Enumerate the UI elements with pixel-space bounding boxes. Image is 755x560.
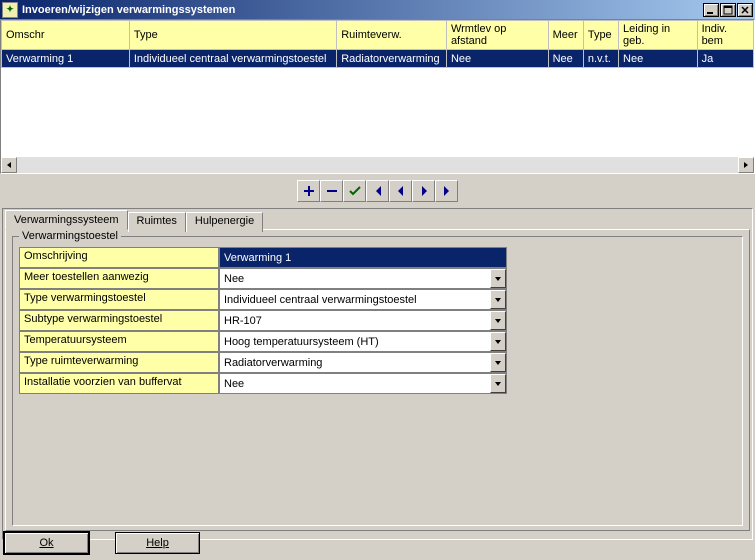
table-cell: Nee bbox=[446, 50, 548, 68]
minus-button[interactable] bbox=[320, 180, 343, 202]
field-value: HR-107 bbox=[220, 315, 490, 327]
field-value: Verwarming 1 bbox=[220, 252, 506, 264]
ok-button[interactable]: Ok bbox=[4, 532, 89, 554]
field-6[interactable]: Nee bbox=[219, 373, 507, 394]
verwarmingstoestel-group: Verwarmingstoestel OmschrijvingVerwarmin… bbox=[12, 236, 743, 526]
tab-bar: VerwarmingssysteemRuimtesHulpenergie bbox=[3, 210, 752, 230]
column-header[interactable]: Leiding in geb. bbox=[619, 21, 698, 50]
prev-button[interactable] bbox=[389, 180, 412, 202]
column-header[interactable]: Type bbox=[583, 21, 618, 50]
field-label: Temperatuursysteem bbox=[19, 331, 219, 352]
table-cell: Verwarming 1 bbox=[2, 50, 130, 68]
first-button[interactable] bbox=[366, 180, 389, 202]
column-header[interactable]: Type bbox=[129, 21, 336, 50]
titlebar: ✦ Invoeren/wijzigen verwarmingssystemen bbox=[0, 0, 755, 19]
field-value: Nee bbox=[220, 273, 490, 285]
horizontal-scrollbar[interactable] bbox=[1, 157, 754, 173]
table-cell: Ja bbox=[697, 50, 753, 68]
column-header[interactable]: Wrmtlev op afstand bbox=[446, 21, 548, 50]
scroll-track[interactable] bbox=[17, 157, 738, 173]
field-label: Meer toestellen aanwezig bbox=[19, 268, 219, 289]
field-label: Type ruimteverwarming bbox=[19, 352, 219, 373]
minimize-button[interactable] bbox=[703, 3, 719, 17]
dropdown-icon[interactable] bbox=[490, 269, 506, 288]
tab-ruimtes[interactable]: Ruimtes bbox=[128, 212, 186, 232]
data-grid[interactable]: OmschrTypeRuimteverw.Wrmtlev op afstandM… bbox=[0, 19, 755, 174]
window-title: Invoeren/wijzigen verwarmingssystemen bbox=[20, 4, 703, 16]
field-label: Subtype verwarmingstoestel bbox=[19, 310, 219, 331]
dropdown-icon[interactable] bbox=[490, 353, 506, 372]
column-header[interactable]: Omschr bbox=[2, 21, 130, 50]
field-4[interactable]: Hoog temperatuursysteem (HT) bbox=[219, 331, 507, 352]
dropdown-icon[interactable] bbox=[490, 374, 506, 393]
record-nav-toolbar bbox=[0, 174, 755, 208]
field-value: Hoog temperatuursysteem (HT) bbox=[220, 336, 490, 348]
field-value: Individueel centraal verwarmingstoestel bbox=[220, 294, 490, 306]
dropdown-icon[interactable] bbox=[490, 290, 506, 309]
close-button[interactable] bbox=[737, 3, 753, 17]
tab-verwarmingssysteem[interactable]: Verwarmingssysteem bbox=[5, 210, 128, 230]
field-label: Type verwarmingstoestel bbox=[19, 289, 219, 310]
field-0[interactable]: Verwarming 1 bbox=[219, 247, 507, 268]
dropdown-icon[interactable] bbox=[490, 311, 506, 330]
tab-hulpenergie[interactable]: Hulpenergie bbox=[186, 212, 263, 232]
field-5[interactable]: Radiatorverwarming bbox=[219, 352, 507, 373]
field-2[interactable]: Individueel centraal verwarmingstoestel bbox=[219, 289, 507, 310]
table-cell: Nee bbox=[548, 50, 583, 68]
last-button[interactable] bbox=[435, 180, 458, 202]
table-row[interactable]: Verwarming 1Individueel centraal verwarm… bbox=[2, 50, 754, 68]
dialog-footer: Ok Help bbox=[0, 526, 755, 560]
group-title: Verwarmingstoestel bbox=[19, 230, 121, 242]
scroll-right-button[interactable] bbox=[738, 157, 754, 173]
column-header[interactable]: Meer bbox=[548, 21, 583, 50]
field-3[interactable]: HR-107 bbox=[219, 310, 507, 331]
table-cell: n.v.t. bbox=[583, 50, 618, 68]
table-cell: Individueel centraal verwarmingstoestel bbox=[129, 50, 336, 68]
field-label: Omschrijving bbox=[19, 247, 219, 268]
field-1[interactable]: Nee bbox=[219, 268, 507, 289]
column-header[interactable]: Ruimteverw. bbox=[337, 21, 447, 50]
field-value: Nee bbox=[220, 378, 490, 390]
dropdown-icon[interactable] bbox=[490, 332, 506, 351]
help-button[interactable]: Help bbox=[115, 532, 200, 554]
field-value: Radiatorverwarming bbox=[220, 357, 490, 369]
field-label: Installatie voorzien van buffervat bbox=[19, 373, 219, 394]
column-header[interactable]: Indiv. bem bbox=[697, 21, 753, 50]
plus-button[interactable] bbox=[297, 180, 320, 202]
app-icon: ✦ bbox=[2, 2, 18, 18]
next-button[interactable] bbox=[412, 180, 435, 202]
table-cell: Nee bbox=[619, 50, 698, 68]
check-button[interactable] bbox=[343, 180, 366, 202]
maximize-button[interactable] bbox=[720, 3, 736, 17]
scroll-left-button[interactable] bbox=[1, 157, 17, 173]
table-cell: Radiatorverwarming bbox=[337, 50, 447, 68]
